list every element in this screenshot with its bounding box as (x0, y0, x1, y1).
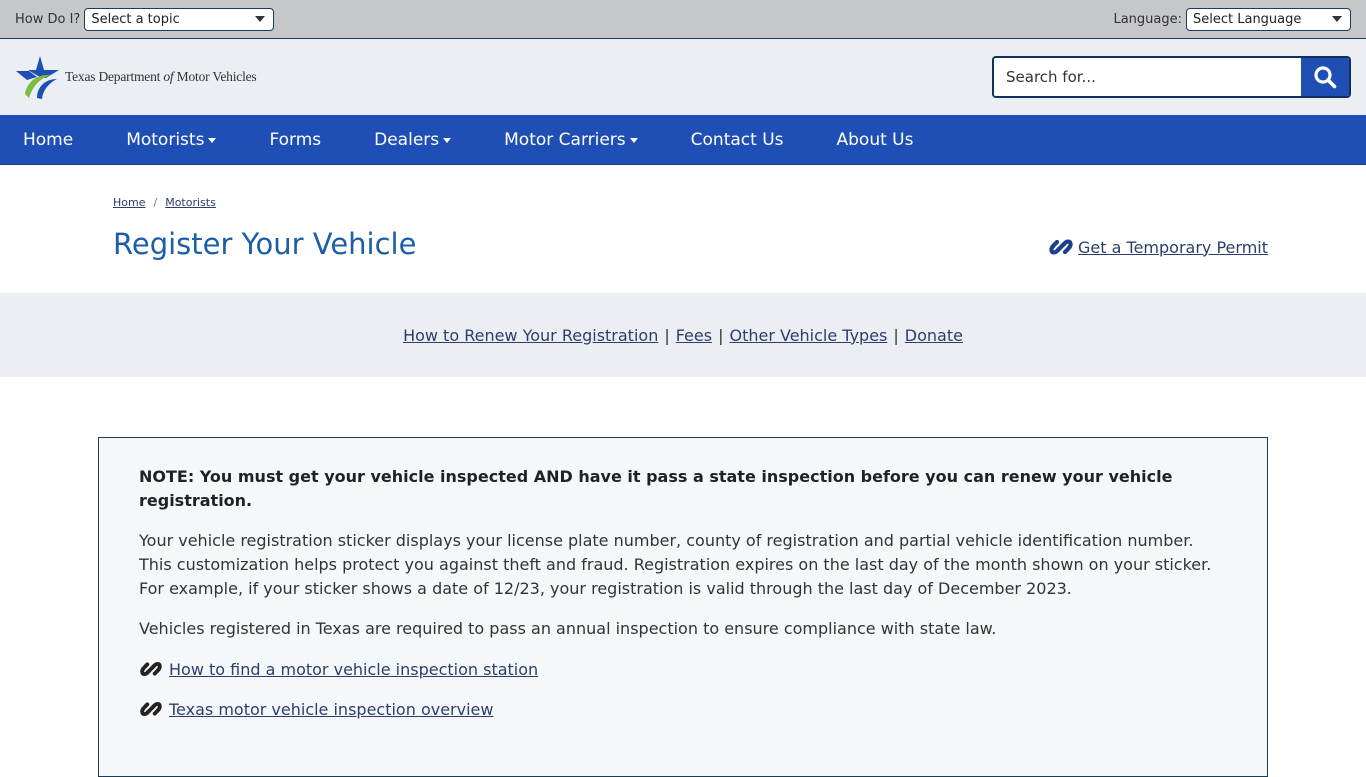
search-icon (1314, 66, 1337, 89)
caret-down-icon (208, 138, 217, 143)
star-logo-icon (16, 56, 59, 99)
subnav-renew-registration[interactable]: How to Renew Your Registration (403, 326, 658, 345)
nav-label: Home (23, 129, 74, 150)
logo-text: Texas Department of Motor Vehicles (65, 69, 257, 85)
link-icon (140, 662, 162, 676)
logo-text-part: Motor Vehicles (173, 69, 257, 84)
nav-label: Contact Us (690, 129, 784, 150)
language-label: Language: (1113, 11, 1182, 27)
nav-label: Motorists (126, 129, 205, 150)
link-icon (140, 702, 162, 716)
annual-inspection-paragraph: Vehicles registered in Texas are require… (139, 619, 997, 638)
logo-text-of: of (163, 69, 174, 84)
inspection-station-link-row: How to find a motor vehicle inspection s… (139, 657, 1227, 681)
how-do-i-label: How Do I? (15, 11, 81, 27)
subnav-donate[interactable]: Donate (905, 326, 963, 345)
breadcrumb-home[interactable]: Home (113, 196, 145, 209)
subnav-fees[interactable]: Fees (676, 326, 712, 345)
inspection-overview-link-row: Texas motor vehicle inspection overview (139, 697, 1227, 721)
subnav-other-vehicle-types[interactable]: Other Vehicle Types (729, 326, 887, 345)
breadcrumb-separator: / (153, 196, 158, 209)
inspection-overview-link[interactable]: Texas motor vehicle inspection overview (169, 700, 493, 719)
sticker-paragraph: Your vehicle registration sticker displa… (139, 531, 1212, 598)
sub-nav: How to Renew Your Registration | Fees | … (0, 293, 1366, 377)
main-nav: Home Motorists Forms Dealers Motor Carri… (0, 115, 1366, 165)
chevron-down-icon (255, 16, 266, 22)
subnav-separator: | (718, 325, 724, 345)
subnav-separator: | (893, 325, 899, 345)
inspection-station-link[interactable]: How to find a motor vehicle inspection s… (169, 660, 538, 679)
caret-down-icon (629, 138, 638, 143)
txdmv-logo[interactable]: Texas Department of Motor Vehicles (15, 54, 257, 100)
chevron-down-icon (1332, 16, 1342, 22)
nav-label: Motor Carriers (504, 129, 626, 150)
how-do-i-group: How Do I? Select a topic (15, 7, 275, 31)
breadcrumb: Home / Motorists (113, 196, 216, 209)
link-icon (1049, 239, 1073, 255)
nav-item-forms[interactable]: Forms (246, 115, 344, 164)
language-select[interactable]: Select Language (1186, 7, 1351, 31)
nav-item-about-us[interactable]: About Us (814, 115, 937, 164)
inspection-notice-box: NOTE: You must get your vehicle inspecte… (98, 437, 1268, 777)
nav-item-home[interactable]: Home (0, 115, 96, 164)
caret-down-icon (443, 138, 452, 143)
page-title: Register Your Vehicle (113, 227, 417, 261)
utility-bar: How Do I? Select a topic Language: Selec… (0, 0, 1366, 39)
temporary-permit-link[interactable]: Get a Temporary Permit (1048, 234, 1268, 260)
topic-select[interactable]: Select a topic (84, 7, 275, 31)
topic-select-value: Select a topic (91, 11, 180, 27)
language-select-value: Select Language (1193, 11, 1302, 27)
nav-item-dealers[interactable]: Dealers (351, 115, 474, 164)
nav-item-motorists[interactable]: Motorists (103, 115, 239, 164)
page-head: Home / Motorists Register Your Vehicle G… (0, 165, 1366, 293)
language-group: Language: Select Language (1113, 7, 1351, 31)
nav-item-contact-us[interactable]: Contact Us (668, 115, 807, 164)
nav-label: Dealers (374, 129, 440, 150)
subnav-separator: | (664, 325, 670, 345)
nav-item-motor-carriers[interactable]: Motor Carriers (481, 115, 661, 164)
search-form (992, 56, 1351, 98)
inspection-note: NOTE: You must get your vehicle inspecte… (139, 467, 1173, 510)
search-button[interactable] (1301, 58, 1349, 96)
temporary-permit-label: Get a Temporary Permit (1078, 237, 1268, 257)
nav-label: About Us (836, 129, 914, 150)
search-input[interactable] (994, 58, 1301, 96)
logo-text-part: Texas Department (65, 69, 164, 84)
site-header: Texas Department of Motor Vehicles (0, 39, 1366, 115)
breadcrumb-motorists[interactable]: Motorists (165, 196, 216, 209)
nav-label: Forms (269, 129, 322, 150)
